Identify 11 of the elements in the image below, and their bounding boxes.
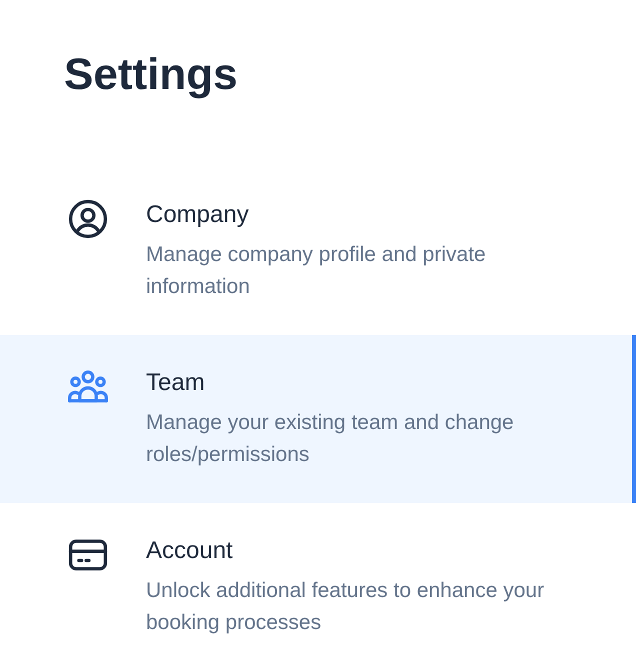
item-description: Manage company profile and private information [146,242,487,300]
page-title: Settings [63,49,239,101]
item-description: Unlock additional features to enhance your booking processes [146,578,546,636]
item-title: Company [146,201,250,229]
settings-item[interactable]: Company Manage company profile and private information [0,167,636,335]
item-description: Manage your existing team and change roles/permissions [146,410,515,468]
settings-item[interactable]: Team Manage your existing team and change roles/permissions [0,335,636,503]
settings-item[interactable]: Account Unlock additional features to enhance your booking processes [0,503,636,670]
item-title: Account [146,537,234,565]
item-title: Team [146,369,206,397]
user-circle-icon [66,197,110,241]
